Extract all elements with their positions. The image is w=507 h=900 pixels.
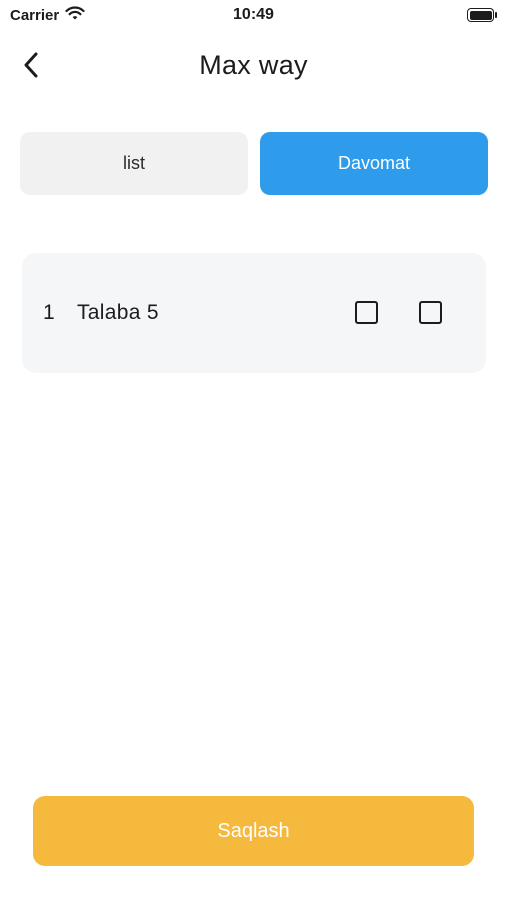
tab-davomat[interactable]: Davomat xyxy=(260,132,488,195)
nav-bar: Max way xyxy=(0,44,507,90)
battery-icon xyxy=(467,8,497,22)
attendance-checkbox-2[interactable] xyxy=(419,301,442,324)
screen: Carrier 10:49 Max way list Davomat 1 Tal… xyxy=(0,0,507,900)
status-bar: Carrier 10:49 xyxy=(0,0,507,32)
student-name: Talaba 5 xyxy=(77,301,159,324)
status-time: 10:49 xyxy=(233,6,274,23)
row-number: 1 xyxy=(43,301,55,324)
page-title: Max way xyxy=(199,50,308,80)
tab-list[interactable]: list xyxy=(20,132,248,195)
segmented-tabs: list Davomat xyxy=(20,132,488,195)
attendance-checkbox-1[interactable] xyxy=(355,301,378,324)
save-button[interactable]: Saqlash xyxy=(33,796,474,866)
student-row: 1 Talaba 5 xyxy=(22,253,486,373)
